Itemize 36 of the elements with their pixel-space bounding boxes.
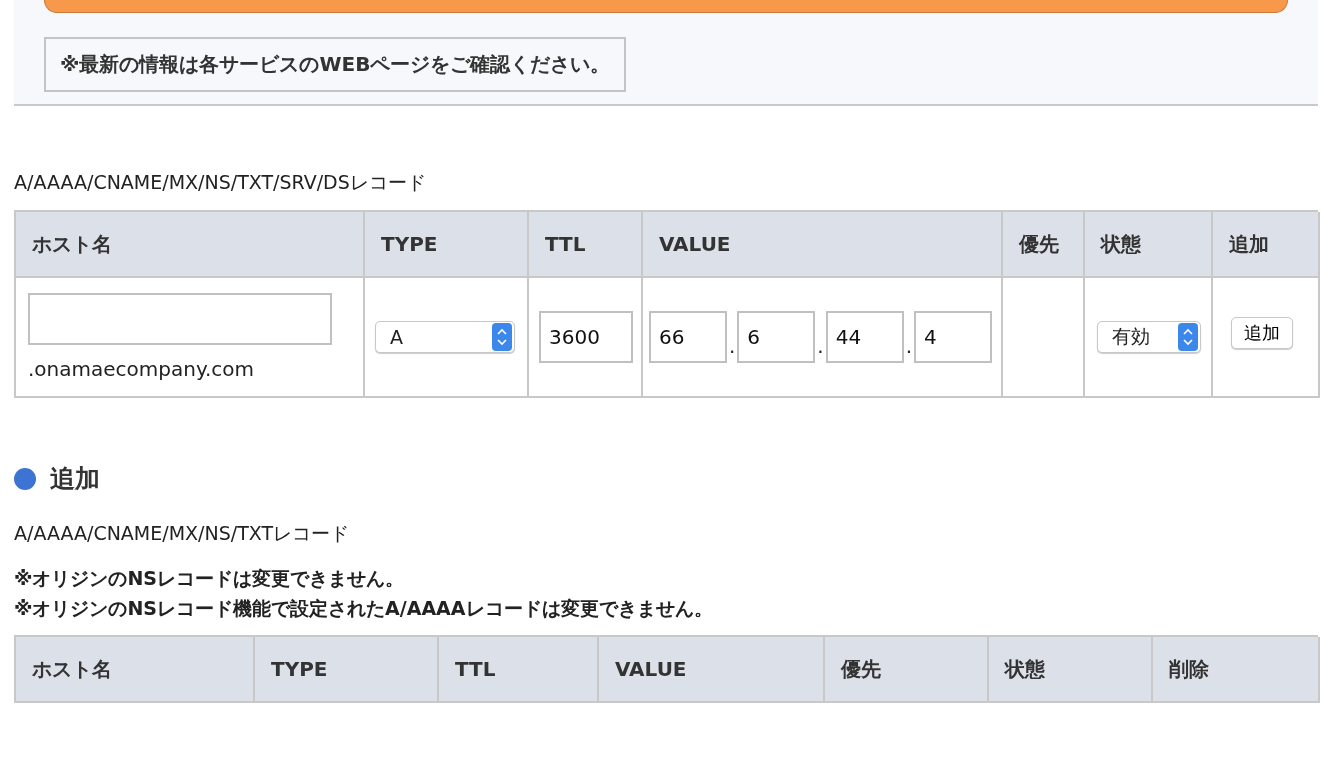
dropdown-arrows-icon [492,323,512,351]
ip-separator: . [817,334,824,358]
ip-separator: . [905,334,913,358]
column-header: ホスト名 [16,637,255,703]
add-button[interactable]: 追加 [1231,317,1293,349]
column-header: ホスト名 [16,212,365,278]
column-header: 追加 [1213,212,1320,278]
column-header: TYPE [365,212,529,278]
section-heading: 追加 [50,463,100,495]
section-subtitle: A/AAAA/CNAME/MX/NS/TXTレコード [14,521,351,546]
ip-separator: . [729,334,736,358]
host-input[interactable] [28,293,332,345]
ip-octet-input[interactable]: 4 [914,311,993,363]
ip-octet-input[interactable]: 44 [825,311,904,363]
bullet-dot-icon [14,467,36,490]
column-header: TTL [529,212,643,278]
ip-octet-input[interactable]: 66 [649,311,727,363]
note-text: ※オリジンのNSレコード機能で設定されたA/AAAAレコードは変更できません。 [14,596,714,621]
column-header: 状態 [1085,212,1213,278]
column-header: VALUE [643,212,1003,278]
column-header: TTL [439,637,599,703]
column-header: 優先 [1003,212,1085,278]
domain-suffix: .onamaecompany.com [28,357,254,381]
column-header: TYPE [255,637,439,703]
status-select[interactable]: 有効 [1097,321,1201,353]
type-select[interactable]: A [375,321,515,353]
column-header: VALUE [599,637,825,703]
section-subtitle: A/AAAA/CNAME/MX/NS/TXT/SRV/DSレコード [14,170,427,195]
column-header: 状態 [989,637,1153,703]
column-header: 優先 [825,637,989,703]
dropdown-arrows-icon [1178,323,1198,351]
ip-octet-input[interactable]: 6 [737,311,816,363]
notice-box: ※最新の情報は各サービスのWEBページをご確認ください。 [44,37,627,92]
column-header: 削除 [1153,637,1320,703]
note-text: ※オリジンのNSレコードは変更できません。 [14,566,406,591]
ttl-input[interactable]: 3600 [539,311,633,363]
